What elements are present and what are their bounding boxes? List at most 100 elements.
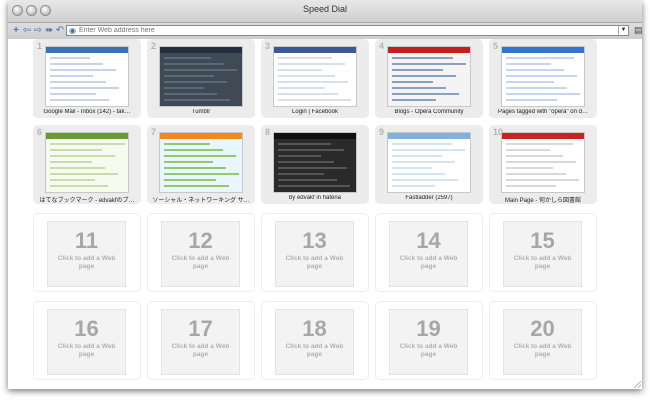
speed-dial-caption: Blogs - Opera Community	[394, 109, 464, 115]
add-page-placeholder[interactable]: 18 Click to add a Web page	[275, 309, 354, 375]
thumbnail-text-line	[164, 161, 213, 163]
add-page-placeholder[interactable]: 19 Click to add a Web page	[389, 309, 468, 375]
speed-dial-cell[interactable]: 14 Click to add a Web page	[375, 213, 483, 292]
thumbnail-header	[388, 133, 470, 139]
speed-dial-cell[interactable]: 12 Click to add a Web page	[147, 213, 255, 292]
thumbnail-text-line	[278, 155, 321, 157]
thumbnail-text-line	[506, 179, 579, 181]
speed-dial-cell[interactable]: 20 Click to add a Web page	[489, 301, 597, 380]
thumbnail-text-line	[392, 87, 446, 89]
speed-dial-cell[interactable]: 16 Click to add a Web page	[33, 301, 141, 380]
speed-dial-cell[interactable]: 8 by edvakf in hatena	[261, 125, 369, 204]
address-bar[interactable]: ◉ ▼	[66, 25, 629, 36]
thumbnail-text-line	[278, 143, 331, 145]
add-web-page-label: Click to add a Web page	[399, 255, 458, 270]
resize-handle[interactable]	[633, 380, 641, 388]
add-page-placeholder[interactable]: 12 Click to add a Web page	[161, 221, 240, 287]
speed-dial-cell[interactable]: 15 Click to add a Web page	[489, 213, 597, 292]
speed-dial-number: 13	[302, 228, 327, 253]
speed-dial-cell[interactable]: 13 Click to add a Web page	[261, 213, 369, 292]
speed-dial-number: 7	[151, 127, 157, 137]
add-web-page-label: Click to add a Web page	[399, 343, 458, 358]
page-thumbnail[interactable]	[387, 132, 471, 193]
speed-dial-caption: Login | Facebook	[292, 109, 338, 115]
thumbnail-text-line	[392, 185, 435, 187]
thumbnail-text-line	[392, 81, 433, 83]
thumbnail-text-line	[506, 99, 557, 101]
thumbnail-text-line	[278, 167, 347, 169]
thumbnail-text-line	[392, 69, 443, 71]
thumbnail-text-line	[50, 173, 118, 175]
thumbnail-text-line	[50, 75, 93, 77]
add-web-page-label: Click to add a Web page	[171, 255, 230, 270]
add-page-placeholder[interactable]: 13 Click to add a Web page	[275, 221, 354, 287]
thumbnail-text-line	[278, 149, 344, 151]
speed-dial-cell[interactable]: 6 はてなブックマーク - edvakfのブ…	[33, 125, 141, 204]
thumbnail-text-line	[506, 87, 567, 89]
speed-dial-cell[interactable]: 5 Pages tagged with "opera" on d…	[489, 39, 597, 118]
speed-dial-cell[interactable]: 19 Click to add a Web page	[375, 301, 483, 380]
add-page-placeholder[interactable]: 14 Click to add a Web page	[389, 221, 468, 287]
thumbnail-text-line	[278, 173, 324, 175]
thumbnail-text-line	[164, 93, 217, 95]
page-thumbnail[interactable]	[501, 132, 585, 193]
speed-dial-cell[interactable]: 10 Main Page - 何かしら図書館	[489, 125, 597, 204]
thumbnail-text-line	[50, 185, 108, 187]
speed-dial-caption: Main Page - 何かしら図書館	[504, 198, 582, 204]
speed-dial-number: 19	[416, 316, 441, 341]
speed-dial-cell[interactable]: 3 Login | Facebook	[261, 39, 369, 118]
add-web-page-label: Click to add a Web page	[285, 255, 344, 270]
speed-dial-cell[interactable]: 2 Tumblr	[147, 39, 255, 118]
thumbnail-text-line	[50, 149, 102, 151]
page-thumbnail[interactable]	[159, 46, 243, 107]
add-web-page-label: Click to add a Web page	[171, 343, 230, 358]
add-page-placeholder[interactable]: 11 Click to add a Web page	[47, 221, 126, 287]
page-thumbnail[interactable]	[45, 132, 129, 193]
page-thumbnail[interactable]	[159, 132, 243, 193]
thumbnail-text-line	[392, 75, 456, 77]
thumbnail-text-line	[50, 93, 96, 95]
thumbnail-text-line	[506, 93, 580, 95]
add-page-placeholder[interactable]: 20 Click to add a Web page	[503, 309, 582, 375]
reload-icon[interactable]: ↶	[54, 24, 66, 37]
add-page-placeholder[interactable]: 15 Click to add a Web page	[503, 221, 582, 287]
thumbnail-header	[274, 133, 356, 139]
page-thumbnail[interactable]	[501, 46, 585, 107]
page-thumbnail[interactable]	[273, 46, 357, 107]
thumbnail-text-line	[392, 93, 459, 95]
address-input[interactable]	[79, 26, 609, 35]
speed-dial-cell[interactable]: 11 Click to add a Web page	[33, 213, 141, 292]
thumbnail-text-line	[164, 63, 224, 65]
add-page-placeholder[interactable]: 17 Click to add a Web page	[161, 309, 240, 375]
page-thumbnail[interactable]	[387, 46, 471, 107]
speed-dial-number: 17	[188, 316, 213, 341]
page-thumbnail[interactable]	[273, 132, 357, 193]
thumbnail-text-line	[164, 173, 239, 175]
thumbnail-text-line	[392, 155, 442, 157]
speed-dial-cell[interactable]: 17 Click to add a Web page	[147, 301, 255, 380]
window-title: Speed Dial	[302, 4, 348, 14]
chevron-down-icon[interactable]: ▼	[618, 26, 628, 35]
add-page-placeholder[interactable]: 16 Click to add a Web page	[47, 309, 126, 375]
thumbnail-header	[274, 47, 356, 53]
thumbnail-header	[388, 47, 470, 53]
add-web-page-label: Click to add a Web page	[513, 255, 572, 270]
thumbnail-text-line	[50, 87, 119, 89]
speed-dial-number: 20	[530, 316, 555, 341]
page-menu-icon[interactable]: ▤	[634, 24, 642, 37]
thumbnail-text-line	[506, 149, 550, 151]
thumbnail-text-line	[506, 143, 573, 145]
thumbnail-text-line	[506, 161, 576, 163]
thumbnail-text-line	[278, 185, 350, 187]
speed-dial-cell[interactable]: 18 Click to add a Web page	[261, 301, 369, 380]
page-thumbnail[interactable]	[45, 46, 129, 107]
thumbnail-text-line	[278, 69, 322, 71]
speed-dial-cell[interactable]: 9 Fastladder (2597)	[375, 125, 483, 204]
thumbnail-text-line	[506, 173, 566, 175]
thumbnail-header	[46, 47, 128, 53]
speed-dial-cell[interactable]: 1 Google Mail - Inbox (142) - tak…	[33, 39, 141, 118]
thumbnail-text-line	[164, 99, 230, 101]
speed-dial-cell[interactable]: 4 Blogs - Opera Community	[375, 39, 483, 118]
speed-dial-cell[interactable]: 7 ソーシャル・ネットワーキング サ…	[147, 125, 255, 204]
speed-dial-number: 15	[530, 228, 555, 253]
